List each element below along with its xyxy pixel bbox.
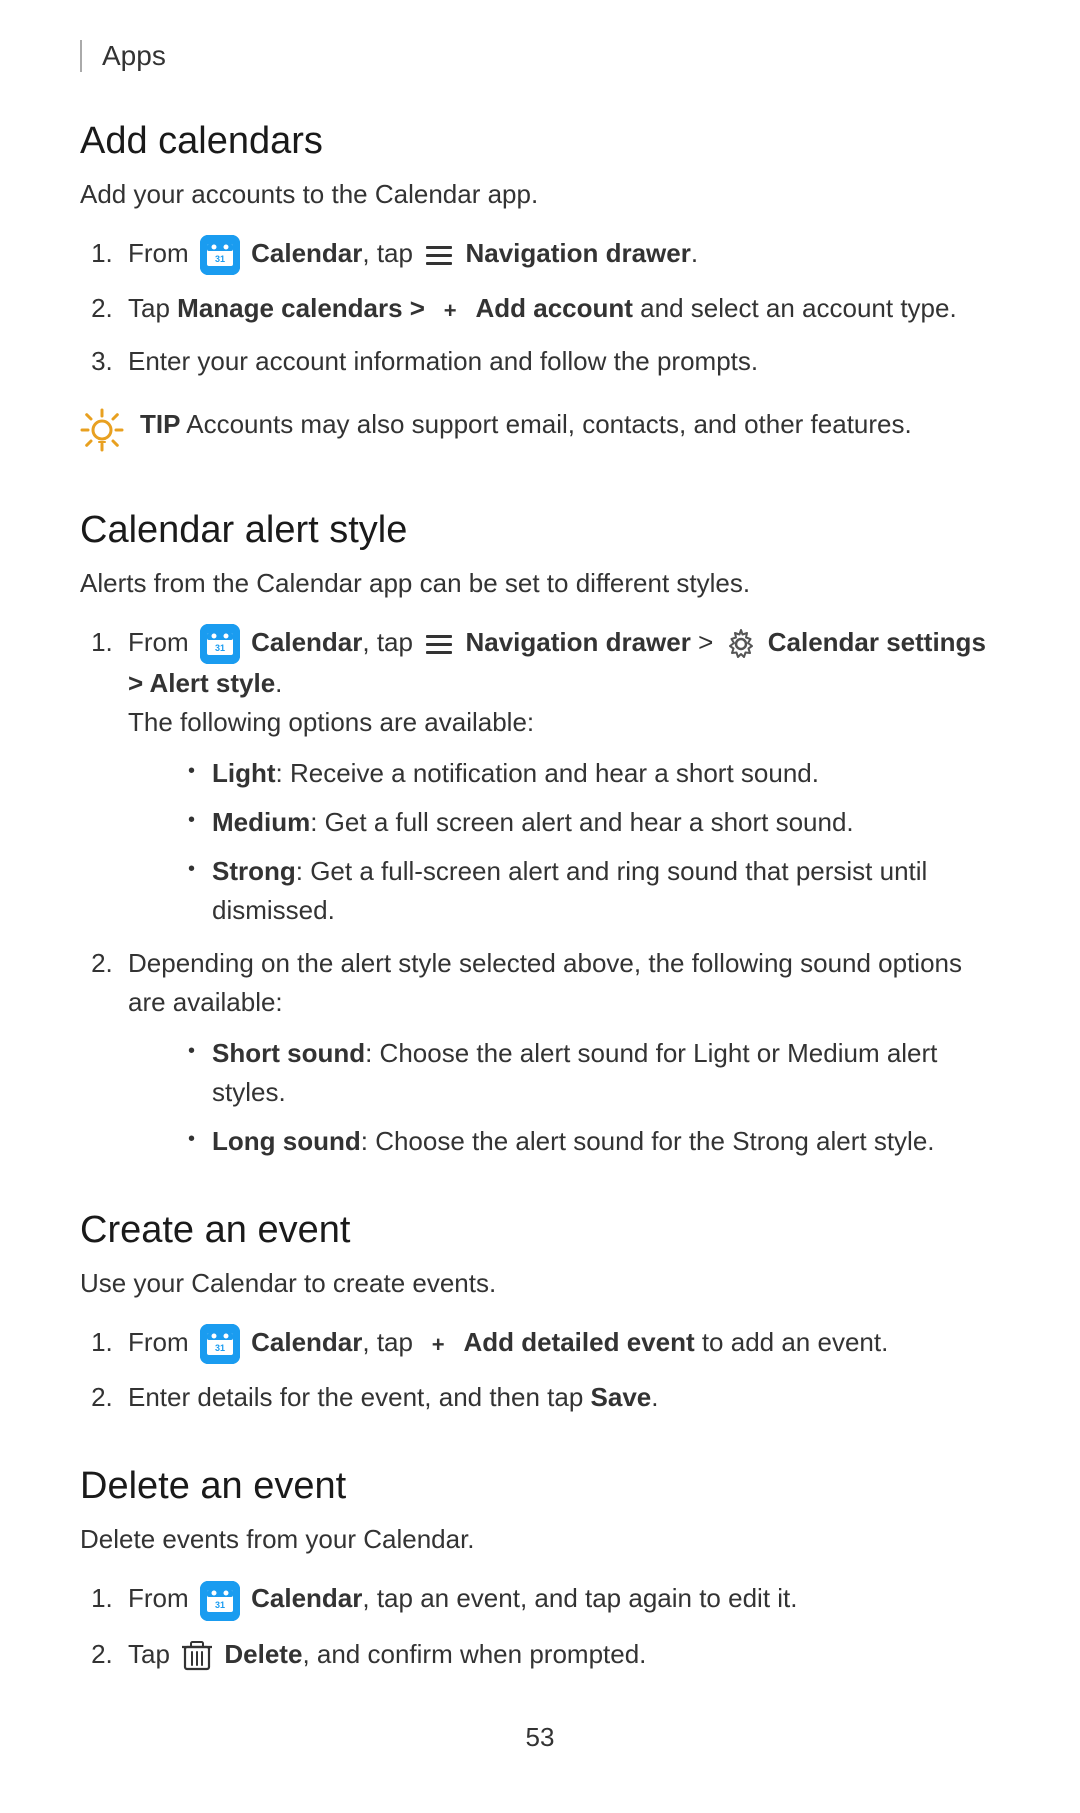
step-alert-1: From 31 Calendar, tap <box>120 623 1000 930</box>
calendar-label-1: Calendar <box>251 238 362 268</box>
steps-delete-event: From 31 Calendar, tap an event, and tap … <box>120 1579 1000 1673</box>
tip-label: TIP <box>140 409 180 439</box>
trash-delete-icon <box>180 1639 214 1673</box>
section-add-calendars: Add calendars Add your accounts to the C… <box>80 120 1000 461</box>
calendar-app-icon-3: 31 <box>200 1324 240 1364</box>
bullet-strong: Strong: Get a full-screen alert and ring… <box>188 852 1000 930</box>
page-title: Apps <box>102 40 166 72</box>
manage-calendars-label: Manage calendars > <box>177 293 425 323</box>
section-calendar-alert-style: Calendar alert style Alerts from the Cal… <box>80 509 1000 1161</box>
bullet-short-sound: Short sound: Choose the alert sound for … <box>188 1034 1000 1112</box>
page-container: Apps Add calendars Add your accounts to … <box>0 0 1080 1813</box>
alert-style-bullets: Light: Receive a notification and hear a… <box>188 754 1000 930</box>
nav-drawer-icon-1 <box>424 243 454 267</box>
section-intro-add-calendars: Add your accounts to the Calendar app. <box>80 179 1000 210</box>
add-detailed-event-label: Add detailed event <box>463 1327 694 1357</box>
step-add-cal-3: Enter your account information and follo… <box>120 342 1000 381</box>
step-add-cal-2: Tap Manage calendars > + Add account and… <box>120 289 1000 328</box>
step-create-1: From 31 Calendar, tap + Add detailed eve… <box>120 1323 1000 1364</box>
svg-text:31: 31 <box>215 1343 225 1353</box>
add-account-label: Add account <box>475 293 632 323</box>
section-intro-delete-event: Delete events from your Calendar. <box>80 1524 1000 1555</box>
section-delete-event: Delete an event Delete events from your … <box>80 1465 1000 1673</box>
tip-box-add-calendars: TIP Accounts may also support email, con… <box>80 405 1000 461</box>
step-create-2: Enter details for the event, and then ta… <box>120 1378 1000 1417</box>
add-account-plus-icon: + <box>435 295 465 325</box>
page-number: 53 <box>80 1722 1000 1753</box>
delete-label: Delete <box>224 1639 302 1669</box>
nav-drawer-icon-2 <box>424 632 454 656</box>
steps-alert-style: From 31 Calendar, tap <box>120 623 1000 1161</box>
bullet-light: Light: Receive a notification and hear a… <box>188 754 1000 793</box>
nav-drawer-label-2: Navigation drawer <box>465 627 690 657</box>
svg-text:31: 31 <box>215 1600 225 1610</box>
svg-text:31: 31 <box>215 643 225 653</box>
calendar-label-2: Calendar <box>251 627 362 657</box>
add-event-plus-icon: + <box>423 1329 453 1359</box>
sound-option-bullets: Short sound: Choose the alert sound for … <box>188 1034 1000 1161</box>
save-label: Save <box>591 1382 652 1412</box>
section-heading-add-calendars: Add calendars <box>80 120 1000 163</box>
calendar-app-icon: 31 <box>200 235 240 275</box>
section-intro-alert-style: Alerts from the Calendar app can be set … <box>80 568 1000 599</box>
tip-text: TIP Accounts may also support email, con… <box>140 405 912 444</box>
steps-add-calendars: From 31 Calendar, tap <box>120 234 1000 381</box>
bullet-medium: Medium: Get a full screen alert and hear… <box>188 803 1000 842</box>
calendar-label-4: Calendar <box>251 1583 362 1613</box>
section-heading-delete-event: Delete an event <box>80 1465 1000 1508</box>
bullet-long-sound: Long sound: Choose the alert sound for t… <box>188 1122 1000 1161</box>
tip-icon <box>80 408 124 461</box>
calendar-app-icon-2: 31 <box>200 624 240 664</box>
calendar-app-icon-4: 31 <box>200 1581 240 1621</box>
step-delete-2: Tap Delete, and confirm when prompted. <box>120 1635 1000 1674</box>
step-delete-1: From 31 Calendar, tap an event, and tap … <box>120 1579 1000 1620</box>
section-heading-alert-style: Calendar alert style <box>80 509 1000 552</box>
calendar-label-3: Calendar <box>251 1327 362 1357</box>
section-create-event: Create an event Use your Calendar to cre… <box>80 1209 1000 1417</box>
step-alert-2: Depending on the alert style selected ab… <box>120 944 1000 1161</box>
page-header: Apps <box>80 40 1000 72</box>
section-heading-create-event: Create an event <box>80 1209 1000 1252</box>
step-add-cal-1: From 31 Calendar, tap <box>120 234 1000 275</box>
svg-text:31: 31 <box>215 254 225 264</box>
section-intro-create-event: Use your Calendar to create events. <box>80 1268 1000 1299</box>
calendar-settings-gear-icon <box>723 626 759 662</box>
nav-drawer-label-1: Navigation drawer <box>465 238 690 268</box>
steps-create-event: From 31 Calendar, tap + Add detailed eve… <box>120 1323 1000 1417</box>
